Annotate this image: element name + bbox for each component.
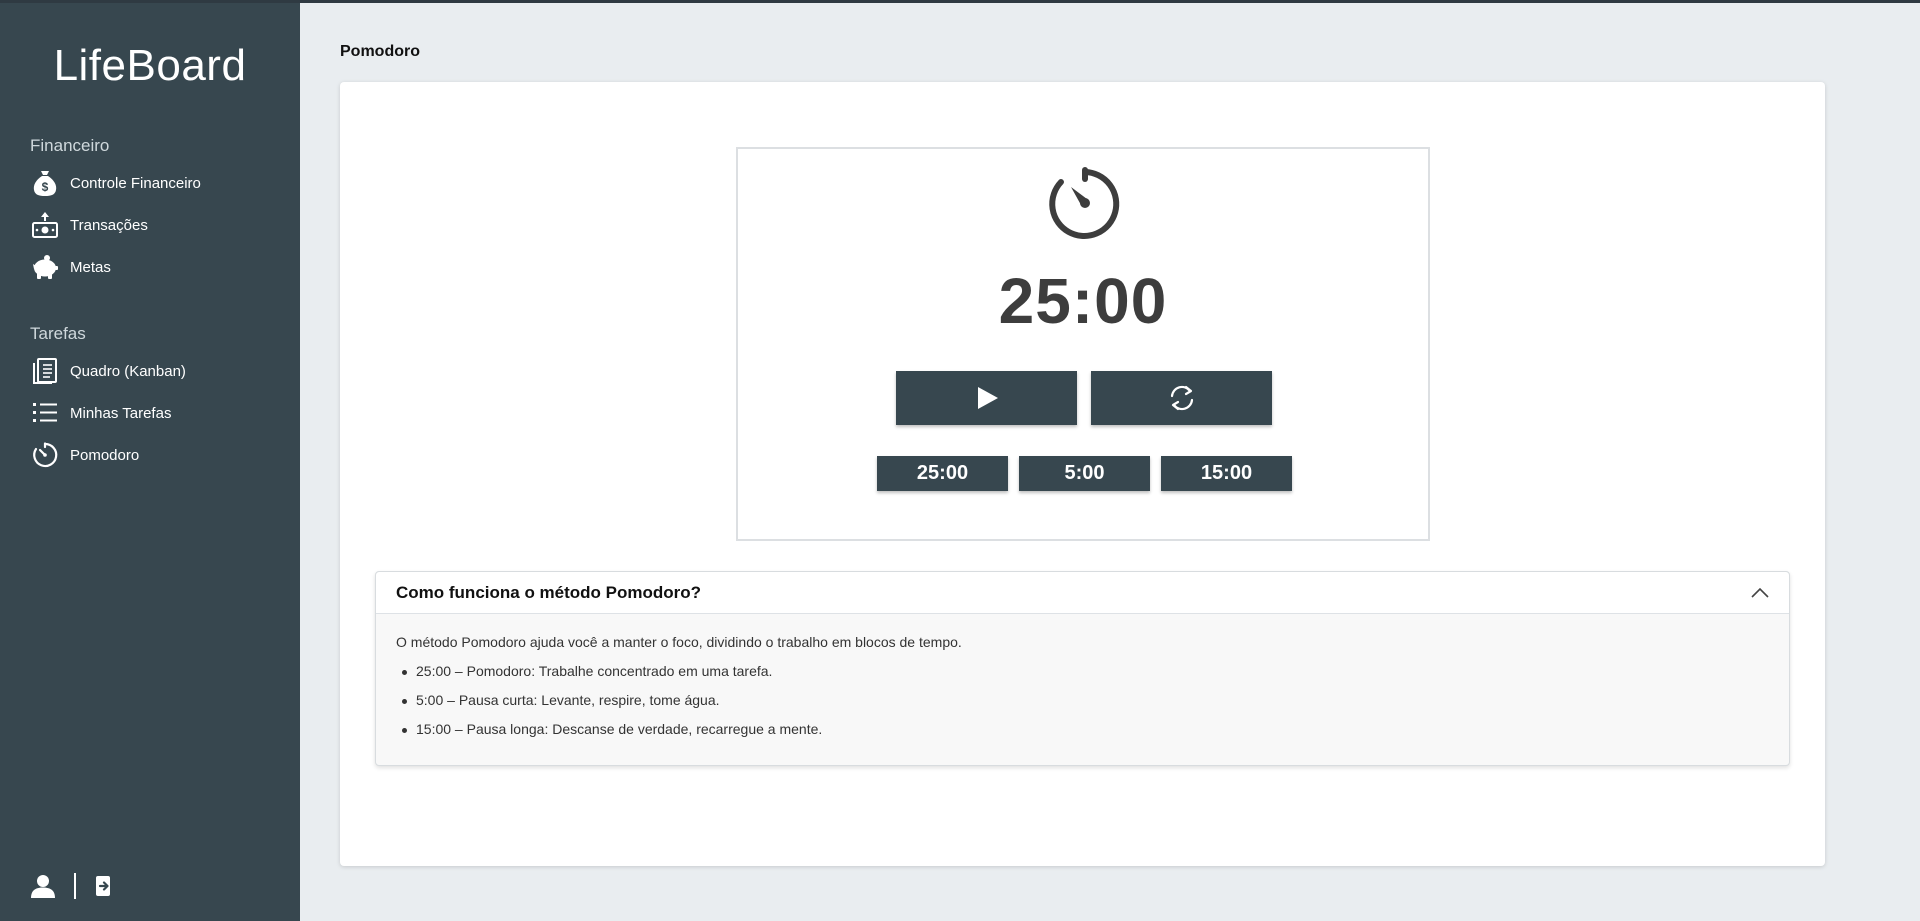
timer-card: 25:00 25:00 5:00 15:00 [736,147,1430,541]
sidebar-item-label: Controle Financeiro [70,174,201,192]
reset-button[interactable] [1091,371,1272,425]
play-icon [974,385,1000,411]
sidebar-item-metas[interactable]: Metas [30,250,280,284]
cash-transfer-icon [30,210,60,240]
accordion-intro: O método Pomodoro ajuda você a manter o … [396,634,962,650]
page-title: Pomodoro [340,43,420,60]
sidebar-item-label: Metas [70,258,111,276]
list-icon [30,398,60,428]
footer-divider [74,873,76,899]
kanban-board-icon [30,356,60,386]
sidebar-item-pomodoro[interactable]: Pomodoro [30,438,280,472]
money-bag-icon: $ [30,168,60,198]
sidebar-item-label: Pomodoro [70,446,140,464]
preset-5-button[interactable]: 5:00 [1019,456,1150,491]
list-item: 15:00 – Pausa longa: Descanse de verdade… [400,721,1769,737]
sidebar-item-label: Quadro (Kanban) [70,362,186,380]
sidebar-section-financeiro: Financeiro [30,136,110,155]
accordion-body: O método Pomodoro ajuda você a manter o … [376,614,1789,737]
sidebar-item-label: Transações [70,216,148,234]
chevron-up-icon[interactable] [1751,587,1769,599]
sidebar-footer [30,873,116,899]
timer-display: 25:00 [998,265,1168,337]
sidebar-item-kanban[interactable]: Quadro (Kanban) [30,354,280,388]
play-button[interactable] [896,371,1077,425]
accordion-title: Como funciona o método Pomodoro? [396,582,702,602]
list-item: 5:00 – Pausa curta: Levante, respire, to… [400,692,1769,708]
preset-25-button[interactable]: 25:00 [877,456,1008,491]
user-icon[interactable] [30,873,56,899]
sidebar-section-tarefas: Tarefas [30,324,86,343]
sidebar-item-label: Minhas Tarefas [70,404,172,422]
preset-15-button[interactable]: 15:00 [1161,456,1292,491]
piggy-bank-icon [30,252,60,282]
logout-icon[interactable] [94,874,116,898]
timer-icon [30,440,60,470]
sidebar-item-controle-financeiro[interactable]: $ Controle Financeiro [30,166,280,200]
main-panel: 25:00 25:00 5:00 15:00 Como funciona o m… [340,82,1825,866]
sidebar: LifeBoard Financeiro $ Controle Financei… [0,3,300,921]
reset-icon [1167,383,1197,413]
brand-logo[interactable]: LifeBoard [0,41,300,91]
list-item: 25:00 – Pomodoro: Trabalhe concentrado e… [400,663,1769,679]
accordion-header[interactable]: Como funciona o método Pomodoro? [376,572,1789,614]
accordion-list: 25:00 – Pomodoro: Trabalhe concentrado e… [400,663,1769,737]
sidebar-item-transacoes[interactable]: Transações [30,208,280,242]
timer-icon [1047,165,1123,246]
pomodoro-info-accordion: Como funciona o método Pomodoro? O métod… [375,571,1790,766]
sidebar-item-minhas-tarefas[interactable]: Minhas Tarefas [30,396,280,430]
svg-text:$: $ [42,180,49,194]
